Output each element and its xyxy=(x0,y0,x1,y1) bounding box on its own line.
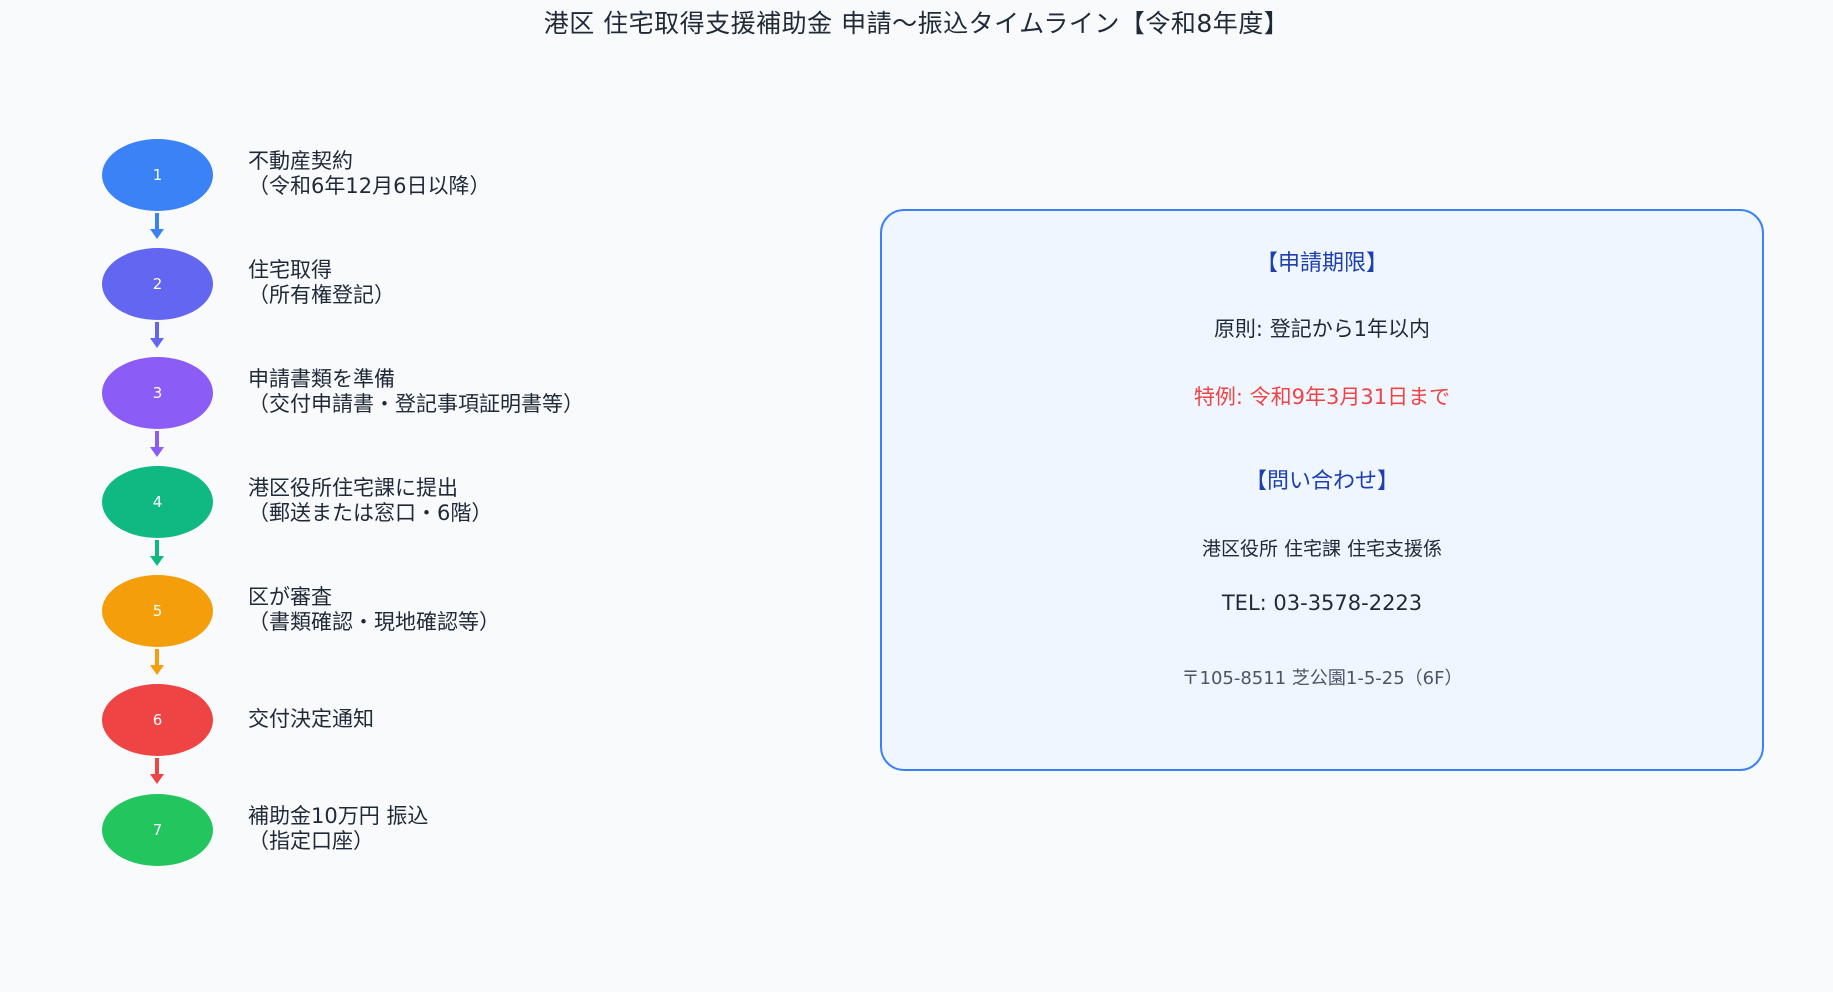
step-7-label: 補助金10万円 振込 （指定口座） xyxy=(248,804,428,854)
step-6-node: 6 xyxy=(102,684,213,756)
step-2-subtitle: （所有権登記） xyxy=(248,283,395,307)
contact-tel: TEL: 03-3578-2223 xyxy=(1221,591,1423,615)
contact-office: 港区役所 住宅課 住宅支援係 xyxy=(1201,538,1443,560)
step-4-label: 港区役所住宅課に提出 （郵送または窓口・6階） xyxy=(248,476,492,526)
step-6-label: 交付決定通知 xyxy=(248,707,374,732)
step-7-subtitle: （指定口座） xyxy=(248,829,374,853)
info-panel: 【申請期限】 原則: 登記から1年以内 特例: 令和9年3月31日まで 【問い合… xyxy=(880,209,1764,771)
step-1-subtitle: （令和6年12月6日以降） xyxy=(248,174,491,198)
step-2-title: 住宅取得 xyxy=(248,258,332,282)
step-4-node: 4 xyxy=(102,466,213,538)
step-7-node: 7 xyxy=(102,794,213,866)
step-5-title: 区が審査 xyxy=(248,585,332,609)
contact-address: 〒105-8511 芝公園1-5-25（6F） xyxy=(1181,668,1463,689)
deadline-rule: 原則: 登記から1年以内 xyxy=(1213,317,1431,341)
step-2-label: 住宅取得 （所有権登記） xyxy=(248,258,395,308)
step-4-subtitle: （郵送または窓口・6階） xyxy=(248,501,493,525)
arrow-4-5 xyxy=(150,540,164,566)
diagram-title: 港区 住宅取得支援補助金 申請〜振込タイムライン【令和8年度】 xyxy=(543,9,1290,38)
deadline-special-case: 特例: 令和9年3月31日まで xyxy=(1193,385,1451,409)
step-3-title: 申請書類を準備 xyxy=(248,367,395,391)
step-1-node: 1 xyxy=(102,139,213,211)
arrow-2-3 xyxy=(150,322,164,348)
step-1-title: 不動産契約 xyxy=(248,149,353,173)
step-6-title: 交付決定通知 xyxy=(248,707,374,731)
step-3-node: 3 xyxy=(102,357,213,429)
step-1-label: 不動産契約 （令和6年12月6日以降） xyxy=(248,149,490,199)
step-5-label: 区が審査 （書類確認・現地確認等） xyxy=(248,585,500,635)
timeline-diagram: 港区 住宅取得支援補助金 申請〜振込タイムライン【令和8年度】 1 不動産契約 … xyxy=(0,0,1833,992)
arrow-5-6 xyxy=(150,649,164,675)
arrow-1-2 xyxy=(150,213,164,239)
arrow-3-4 xyxy=(150,431,164,457)
step-7-title: 補助金10万円 振込 xyxy=(248,804,429,828)
step-2-node: 2 xyxy=(102,248,213,320)
contact-heading: 【問い合わせ】 xyxy=(1244,469,1399,494)
arrow-6-7 xyxy=(150,758,164,784)
deadline-heading: 【申請期限】 xyxy=(1255,251,1388,276)
step-4-title: 港区役所住宅課に提出 xyxy=(248,476,458,500)
step-3-label: 申請書類を準備 （交付申請書・登記事項証明書等） xyxy=(248,367,584,417)
step-5-node: 5 xyxy=(102,575,213,647)
step-3-subtitle: （交付申請書・登記事項証明書等） xyxy=(248,392,584,416)
step-5-subtitle: （書類確認・現地確認等） xyxy=(248,610,500,634)
